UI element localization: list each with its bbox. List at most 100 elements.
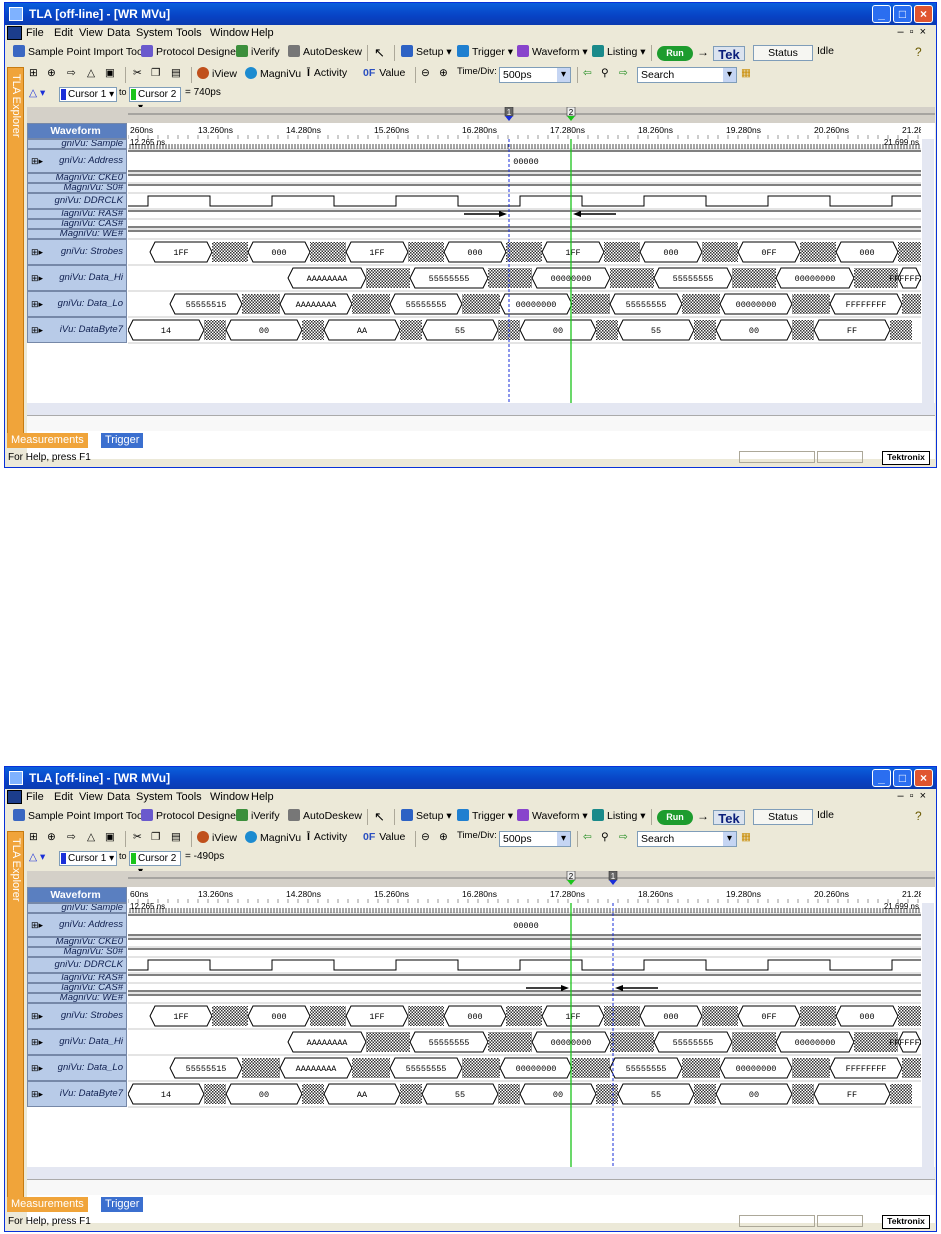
cursor1-select[interactable]: Cursor 1 ▾ xyxy=(59,851,117,866)
magnivu-button[interactable]: MagniVu xyxy=(245,831,301,844)
signal-label[interactable]: ⊞▸ gniVu: Data_Lo xyxy=(27,1055,127,1081)
signal-label[interactable]: ⊞▸ gniVu: Data_Hi xyxy=(27,1029,127,1055)
mark-icon[interactable]: △ xyxy=(87,831,95,843)
search-select[interactable]: Search xyxy=(637,67,737,83)
prev-icon[interactable]: ⇦ xyxy=(583,67,592,79)
timediv-select[interactable]: 500ps xyxy=(499,67,571,83)
signal-label[interactable]: ⊞▸ iVu: DataByte7 xyxy=(27,317,127,343)
cut-icon[interactable]: ✂ xyxy=(133,67,142,79)
vertical-scrollbar[interactable] xyxy=(922,139,934,403)
mdi-controls[interactable]: –▫× xyxy=(898,790,932,802)
expand-group-icon[interactable]: ⊞▸ xyxy=(31,266,43,290)
cursor1-flag[interactable]: 1 xyxy=(608,870,618,885)
add-signal-icon[interactable]: ⊞ xyxy=(29,67,38,79)
cursor2-flag[interactable]: 2 xyxy=(566,106,576,121)
menu-view[interactable]: View xyxy=(79,791,103,803)
search-select[interactable]: Search xyxy=(637,831,737,847)
signal-label[interactable]: ⊞▸ gniVu: Data_Lo xyxy=(27,291,127,317)
tab-measurements[interactable]: Measurements xyxy=(7,1197,88,1212)
signal-label[interactable]: ⊞▸ gniVu: Address xyxy=(27,149,127,173)
iview-button[interactable]: iView xyxy=(197,831,237,844)
menu-file[interactable]: File xyxy=(26,27,44,39)
signal-label[interactable]: ⊞▸ iVu: DataByte7 xyxy=(27,1081,127,1107)
zoom-out-icon[interactable]: ⊖ xyxy=(421,831,430,843)
signal-label[interactable]: ⊞▸ gniVu: Data_Hi xyxy=(27,265,127,291)
menu-window[interactable]: Window xyxy=(210,27,249,39)
tab-trigger[interactable]: Trigger xyxy=(101,1197,144,1212)
signal-label[interactable]: gniVu: Sample xyxy=(27,139,127,149)
help-icon[interactable]: ? xyxy=(915,809,922,823)
signal-label[interactable]: MagniVu: CKE0 xyxy=(27,173,127,183)
signal-label[interactable]: ⊞▸ gniVu: Strobes xyxy=(27,1003,127,1029)
listing-button[interactable]: Listing ▾ xyxy=(592,45,646,58)
cursor-mark-icon[interactable]: △ ▾ xyxy=(29,87,45,99)
maximize-button[interactable]: □ xyxy=(893,769,912,787)
binoculars-icon[interactable]: ⚲ xyxy=(601,67,609,79)
signal-label[interactable]: MagniVu: CKE0 xyxy=(27,937,127,947)
status-button[interactable]: Status xyxy=(753,809,813,825)
menu-window[interactable]: Window xyxy=(210,791,249,803)
tla-explorer-tab[interactable]: TLA Explorer xyxy=(7,831,24,1203)
properties-icon[interactable]: ▣ xyxy=(105,67,115,79)
horizontal-scrollbar[interactable] xyxy=(27,1167,935,1179)
insert-icon[interactable]: ⊕ xyxy=(47,67,56,79)
zoom-out-icon[interactable]: ⊖ xyxy=(421,67,430,79)
iverify-button[interactable]: iVerify xyxy=(236,809,280,822)
cut-icon[interactable]: ✂ xyxy=(133,831,142,843)
signal-label[interactable]: gniVu: DDRCLK xyxy=(27,193,127,209)
signal-label[interactable]: MagniVu: S0# xyxy=(27,183,127,193)
cursor-mark-icon[interactable]: △ ▾ xyxy=(29,851,45,863)
tla-explorer-tab[interactable]: TLA Explorer xyxy=(7,67,24,439)
listing-button[interactable]: Listing ▾ xyxy=(592,809,646,822)
activity-button[interactable]: Ī Activity xyxy=(307,831,347,843)
minimize-button[interactable]: _ xyxy=(872,5,891,23)
signal-label[interactable]: lagniVu: RAS# xyxy=(27,209,127,219)
next-icon[interactable]: ⇨ xyxy=(619,67,628,79)
activity-button[interactable]: Ī Activity xyxy=(307,67,347,79)
horizontal-scrollbar[interactable] xyxy=(27,403,935,415)
cursor1-flag[interactable]: 1 xyxy=(504,106,514,121)
protocol-designer-button[interactable]: Protocol Designer xyxy=(141,809,239,822)
document-icon[interactable] xyxy=(7,26,22,40)
zoom-in-icon[interactable]: ⊕ xyxy=(439,831,448,843)
expand-group-icon[interactable]: ⊞▸ xyxy=(31,1082,43,1106)
document-icon[interactable] xyxy=(7,790,22,804)
signal-label[interactable]: gniVu: Sample xyxy=(27,903,127,913)
signal-label[interactable]: MagniVu: WE# xyxy=(27,229,127,239)
minimize-button[interactable]: _ xyxy=(872,769,891,787)
setup-button[interactable]: Setup ▾ xyxy=(401,809,452,822)
vertical-scrollbar[interactable] xyxy=(922,903,934,1167)
add-signal-icon[interactable]: ⊞ xyxy=(29,831,38,843)
trigger-button[interactable]: Trigger ▾ xyxy=(457,45,513,58)
magnivu-button[interactable]: MagniVu xyxy=(245,67,301,80)
menu-data[interactable]: Data xyxy=(107,27,130,39)
signal-label[interactable]: ⊞▸ gniVu: Address xyxy=(27,913,127,937)
sample-point-import-button[interactable]: Sample Point Import Tool xyxy=(13,45,145,58)
cursor2-select[interactable]: Cursor 2 ▾ xyxy=(129,87,181,113)
menu-tools[interactable]: Tools xyxy=(176,27,202,39)
insert-icon[interactable]: ⊕ xyxy=(47,831,56,843)
trigger-button[interactable]: Trigger ▾ xyxy=(457,809,513,822)
sample-point-import-button[interactable]: Sample Point Import Tool xyxy=(13,809,145,822)
waveform-button[interactable]: Waveform ▾ xyxy=(517,809,588,822)
cursor2-select[interactable]: Cursor 2 ▾ xyxy=(129,851,181,877)
timediv-select[interactable]: 500ps xyxy=(499,831,571,847)
cursor2-flag[interactable]: 2 xyxy=(566,870,576,885)
signal-label[interactable]: MagniVu: WE# xyxy=(27,993,127,1003)
run-button[interactable]: Run xyxy=(657,810,693,825)
run-button[interactable]: Run xyxy=(657,46,693,61)
zoom-in-icon[interactable]: ⊕ xyxy=(439,67,448,79)
tab-measurements[interactable]: Measurements xyxy=(7,433,88,448)
properties-icon[interactable]: ▣ xyxy=(105,831,115,843)
waveform-column-header[interactable]: Waveform xyxy=(27,123,127,139)
menu-edit[interactable]: Edit xyxy=(54,27,73,39)
expand-group-icon[interactable]: ⊞▸ xyxy=(31,150,43,172)
status-button[interactable]: Status xyxy=(753,45,813,61)
menu-file[interactable]: File xyxy=(26,791,44,803)
menu-tools[interactable]: Tools xyxy=(176,791,202,803)
protocol-designer-button[interactable]: Protocol Designer xyxy=(141,45,239,58)
expand-group-icon[interactable]: ⊞▸ xyxy=(31,1030,43,1054)
cursor1-select[interactable]: Cursor 1 ▾ xyxy=(59,87,117,102)
setup-button[interactable]: Setup ▾ xyxy=(401,45,452,58)
iview-button[interactable]: iView xyxy=(197,67,237,80)
